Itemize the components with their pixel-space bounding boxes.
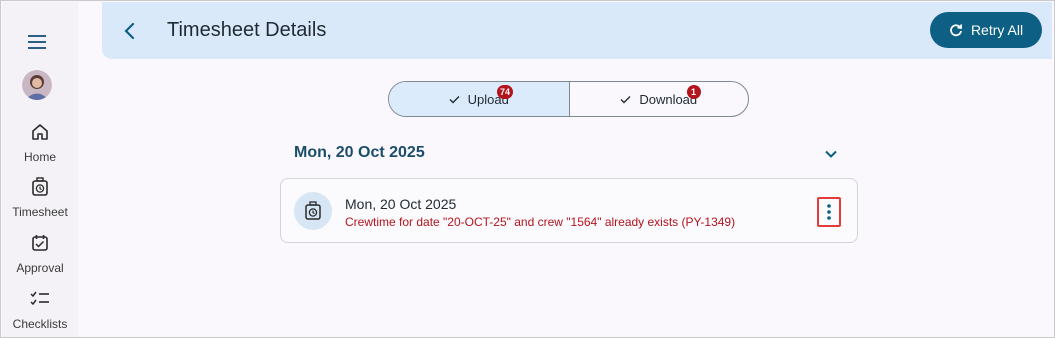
checklist-icon xyxy=(30,291,49,306)
timesheet-entry-icon-wrap xyxy=(294,192,332,230)
sidebar-item-home[interactable]: Home xyxy=(2,120,78,164)
more-vertical-icon xyxy=(827,204,831,220)
sidebar-item-label: Approval xyxy=(16,261,64,275)
tab-upload[interactable]: Upload 74 xyxy=(389,82,569,116)
upload-download-toggle: Upload 74 Download 1 xyxy=(388,81,749,117)
upload-count-badge: 74 xyxy=(497,85,514,99)
entry-date: Mon, 20 Oct 2025 xyxy=(345,196,457,212)
page-title: Timesheet Details xyxy=(167,19,327,41)
sidebar-item-label: Home xyxy=(23,150,56,164)
chevron-down-icon xyxy=(825,150,837,158)
check-icon xyxy=(449,95,460,103)
expand-toggle[interactable] xyxy=(823,146,839,162)
sidebar-item-checklists[interactable]: Checklists xyxy=(2,287,78,331)
chevron-left-icon xyxy=(124,22,135,40)
more-options-button[interactable] xyxy=(817,197,841,227)
date-group-title: Mon, 20 Oct 2025 xyxy=(294,144,425,161)
retry-all-label: Retry All xyxy=(970,22,1024,38)
sidebar: Home Timesheet Approval Checklists xyxy=(2,2,78,337)
refresh-icon xyxy=(950,24,963,37)
sidebar-item-label: Timesheet xyxy=(12,205,68,219)
entry-error-message: Crewtime for date "20-OCT-25" and crew "… xyxy=(345,215,736,229)
app-window: Home Timesheet Approval Checklists Times… xyxy=(0,0,1055,338)
top-app-bar: Timesheet Details Retry All xyxy=(102,2,1052,59)
check-icon xyxy=(620,95,631,103)
approval-icon xyxy=(32,235,48,251)
list-item[interactable]: Mon, 20 Oct 2025 Crewtime for date "20-O… xyxy=(280,178,858,243)
sidebar-item-label: Checklists xyxy=(12,317,68,331)
date-group-header[interactable]: Mon, 20 Oct 2025 xyxy=(281,141,857,167)
menu-button[interactable] xyxy=(24,32,50,52)
back-button[interactable] xyxy=(118,18,140,44)
sidebar-item-timesheet[interactable]: Timesheet xyxy=(2,175,78,219)
timesheet-icon xyxy=(32,177,48,196)
tab-download[interactable]: Download 1 xyxy=(568,82,749,116)
download-count-badge: 1 xyxy=(686,85,701,99)
hamburger-menu-icon xyxy=(28,35,46,49)
avatar-image xyxy=(22,70,52,100)
home-icon xyxy=(32,124,48,140)
avatar[interactable] xyxy=(22,70,52,100)
retry-all-button[interactable]: Retry All xyxy=(930,12,1042,48)
timesheet-icon xyxy=(305,201,321,220)
sidebar-item-approval[interactable]: Approval xyxy=(2,231,78,275)
